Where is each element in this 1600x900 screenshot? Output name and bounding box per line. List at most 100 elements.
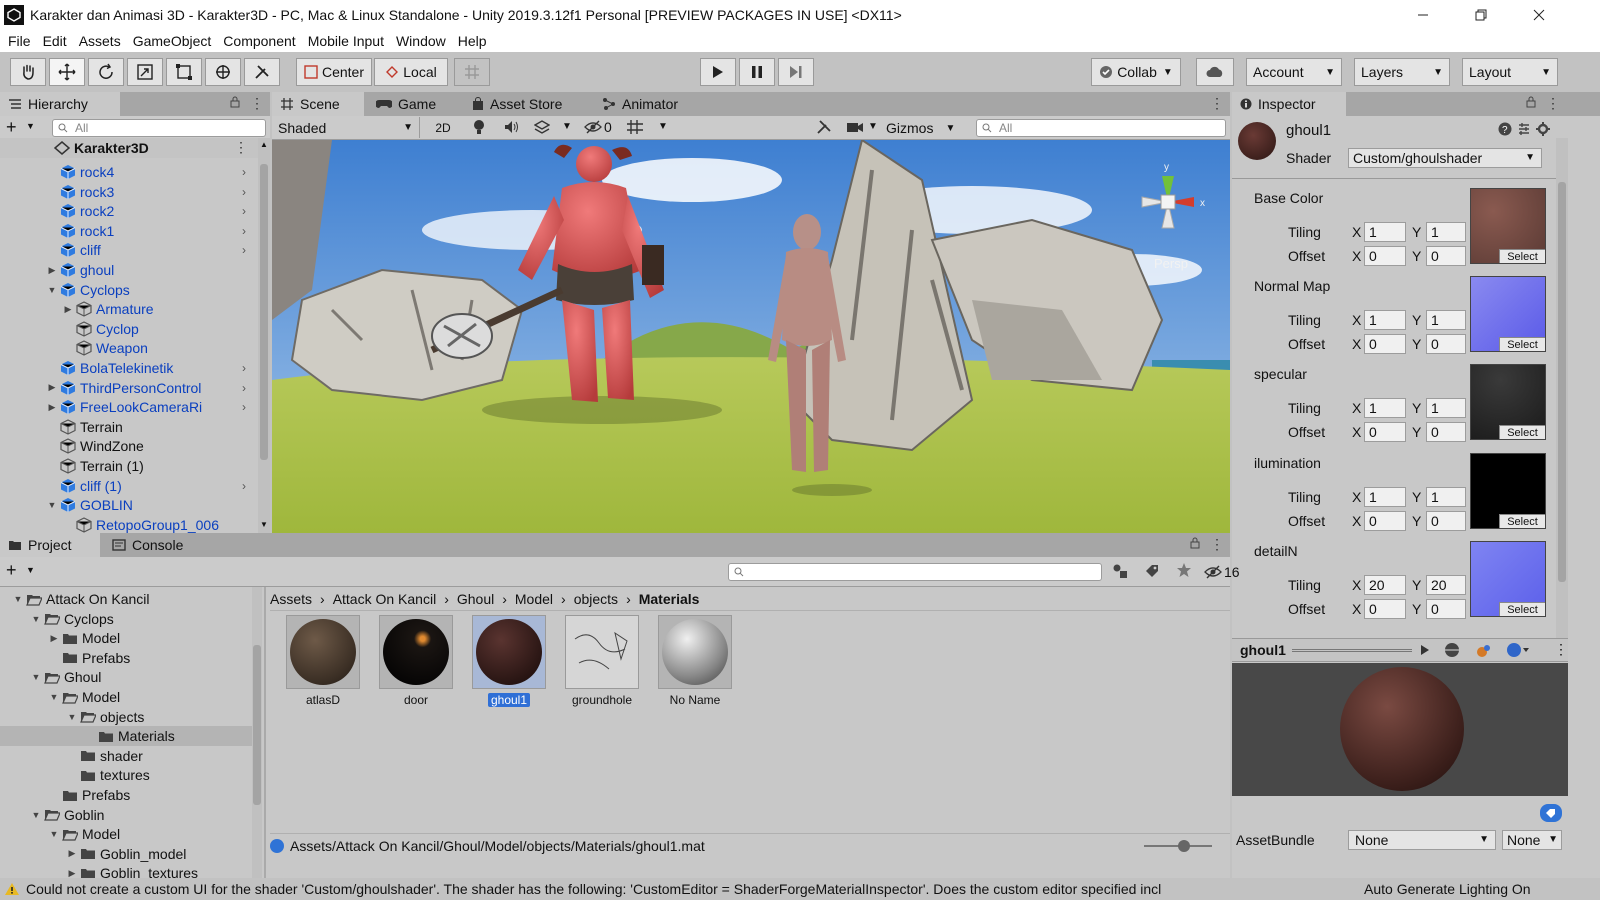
fold-open-icon[interactable]: ▼ bbox=[46, 500, 58, 510]
preview-sphere-icon[interactable] bbox=[1506, 642, 1530, 658]
project-folder-item[interactable]: ▶ Goblin_textures bbox=[0, 863, 252, 878]
inspector-scrollbar[interactable] bbox=[1556, 138, 1568, 638]
texture-thumbnail[interactable]: Select bbox=[1470, 188, 1546, 264]
menu-component[interactable]: Component bbox=[217, 30, 301, 52]
fold-closed-icon[interactable]: ▶ bbox=[46, 402, 58, 413]
custom-tool-button[interactable] bbox=[244, 58, 280, 86]
tiling-x-field[interactable]: 1 bbox=[1364, 398, 1406, 419]
gizmos-dropdown[interactable]: Gizmos ▼ bbox=[880, 118, 964, 138]
fold-open-icon[interactable]: ▼ bbox=[30, 672, 42, 682]
offset-x-field[interactable]: 0 bbox=[1364, 598, 1406, 619]
texture-thumbnail[interactable]: Select bbox=[1470, 364, 1546, 441]
fold-open-icon[interactable]: ▼ bbox=[48, 829, 60, 839]
chevron-right-icon[interactable]: › bbox=[242, 185, 246, 199]
panel-menu-icon[interactable]: ⋮ bbox=[1210, 95, 1224, 112]
layout-dropdown[interactable]: Layout ▼ bbox=[1462, 58, 1558, 86]
fold-closed-icon[interactable]: ▶ bbox=[48, 633, 60, 644]
tab-asset-store[interactable]: Asset Store bbox=[464, 92, 584, 116]
gear-icon[interactable] bbox=[1536, 122, 1550, 136]
chevron-down-icon[interactable]: ▼ bbox=[26, 121, 35, 131]
tiling-y-field[interactable]: 1 bbox=[1426, 398, 1466, 419]
scrollbar-thumb[interactable] bbox=[1558, 182, 1566, 582]
rotate-tool-button[interactable] bbox=[88, 58, 124, 86]
hand-tool-button[interactable] bbox=[10, 58, 46, 86]
step-button[interactable] bbox=[778, 58, 814, 86]
presets-icon[interactable] bbox=[1517, 122, 1531, 136]
account-dropdown[interactable]: Account ▼ bbox=[1246, 58, 1342, 86]
texture-thumbnail[interactable]: Select bbox=[1470, 540, 1546, 617]
zoom-slider-thumb[interactable] bbox=[1178, 840, 1190, 852]
tag-icon[interactable] bbox=[1540, 804, 1562, 822]
hidden-packages-toggle[interactable]: 16 bbox=[1204, 564, 1240, 580]
menu-help[interactable]: Help bbox=[452, 30, 493, 52]
offset-x-field[interactable]: 0 bbox=[1364, 246, 1406, 266]
project-folder-item[interactable]: textures bbox=[0, 765, 252, 785]
select-texture-button[interactable]: Select bbox=[1499, 513, 1545, 528]
fold-open-icon[interactable]: ▼ bbox=[66, 712, 78, 722]
space-local-button[interactable]: Local bbox=[374, 58, 448, 86]
hierarchy-item[interactable]: ▶ ThirdPersonControl › bbox=[0, 378, 258, 398]
chevron-right-icon[interactable]: › bbox=[242, 165, 246, 179]
tiling-x-field[interactable]: 20 bbox=[1364, 574, 1406, 595]
chevron-right-icon[interactable]: › bbox=[242, 243, 246, 257]
project-folder-item[interactable]: Prefabs bbox=[0, 648, 252, 668]
tab-hierarchy[interactable]: Hierarchy bbox=[0, 92, 120, 116]
zoom-slider[interactable] bbox=[1144, 840, 1212, 852]
fold-closed-icon[interactable]: ▶ bbox=[46, 265, 58, 276]
tiling-y-field[interactable]: 20 bbox=[1426, 574, 1466, 595]
asset-atlasd[interactable]: atlasD bbox=[278, 615, 368, 707]
project-folder-item[interactable]: shader bbox=[0, 746, 252, 766]
menu-gameobject[interactable]: GameObject bbox=[127, 30, 218, 52]
panel-menu-icon[interactable]: ⋮ bbox=[1210, 536, 1224, 553]
star-icon[interactable] bbox=[1176, 562, 1192, 578]
chevron-right-icon[interactable]: › bbox=[242, 361, 246, 375]
offset-x-field[interactable]: 0 bbox=[1364, 510, 1406, 531]
maximize-button[interactable] bbox=[1458, 0, 1504, 30]
add-icon[interactable]: + bbox=[6, 117, 17, 138]
scene-viewport[interactable]: y x Persp bbox=[272, 140, 1230, 533]
chevron-down-icon[interactable]: ▼ bbox=[868, 121, 878, 132]
offset-x-field[interactable]: 0 bbox=[1364, 422, 1406, 443]
fold-closed-icon[interactable]: ▶ bbox=[62, 304, 74, 315]
scene-header-row[interactable]: Karakter3D ⋮ bbox=[0, 138, 258, 158]
hierarchy-item[interactable]: ▶ Armature bbox=[0, 299, 258, 319]
offset-y-field[interactable]: 0 bbox=[1426, 334, 1466, 355]
project-folder-item[interactable]: ▼ Model bbox=[0, 824, 252, 844]
add-icon[interactable]: + bbox=[6, 560, 17, 581]
scrollbar-thumb[interactable] bbox=[253, 645, 261, 805]
menu-edit[interactable]: Edit bbox=[37, 30, 73, 52]
play-button[interactable] bbox=[700, 58, 736, 86]
layers-dropdown[interactable]: Layers ▼ bbox=[1354, 58, 1450, 86]
grid-toggle[interactable] bbox=[626, 119, 644, 135]
fold-open-icon[interactable]: ▼ bbox=[30, 614, 42, 624]
asset-no-name[interactable]: No Name bbox=[650, 615, 740, 707]
scroll-down-icon[interactable]: ▼ bbox=[260, 520, 268, 529]
hierarchy-item[interactable]: WindZone bbox=[0, 436, 258, 456]
material-preview[interactable] bbox=[1232, 663, 1568, 796]
chevron-down-icon[interactable]: ▼ bbox=[658, 121, 668, 132]
scrollbar-thumb[interactable] bbox=[260, 164, 268, 460]
project-search-input[interactable] bbox=[728, 563, 1102, 581]
pause-button[interactable] bbox=[739, 58, 775, 86]
tiling-x-field[interactable]: 1 bbox=[1364, 486, 1406, 507]
tiling-y-field[interactable]: 1 bbox=[1426, 310, 1466, 331]
chevron-right-icon[interactable]: › bbox=[242, 479, 246, 493]
fold-open-icon[interactable]: ▼ bbox=[46, 285, 58, 295]
hierarchy-item[interactable]: ▶ FreeLookCameraRi › bbox=[0, 397, 258, 417]
hierarchy-item[interactable]: ▼ Cyclops bbox=[0, 280, 258, 300]
project-folder-item[interactable]: ▼ Cyclops bbox=[0, 609, 252, 629]
assetbundle-dropdown[interactable]: None ▼ bbox=[1348, 830, 1496, 850]
help-icon[interactable]: ? bbox=[1498, 122, 1512, 136]
chevron-down-icon[interactable]: ▼ bbox=[26, 565, 35, 575]
shading-mode-dropdown[interactable]: Shaded ▼ bbox=[274, 117, 420, 138]
hierarchy-item[interactable]: Cyclop bbox=[0, 319, 258, 339]
hierarchy-item[interactable]: RetopoGroup1_006 bbox=[0, 515, 258, 535]
effects-toggle[interactable] bbox=[534, 120, 550, 134]
offset-y-field[interactable]: 0 bbox=[1426, 510, 1466, 531]
tab-scene[interactable]: Scene bbox=[272, 92, 364, 116]
hierarchy-item[interactable]: rock2 › bbox=[0, 201, 258, 221]
tab-project[interactable]: Project bbox=[0, 533, 100, 557]
offset-y-field[interactable]: 0 bbox=[1426, 422, 1466, 443]
scene-search-input[interactable]: All bbox=[976, 119, 1226, 137]
project-folder-item[interactable]: ▶ Goblin_model bbox=[0, 844, 252, 864]
